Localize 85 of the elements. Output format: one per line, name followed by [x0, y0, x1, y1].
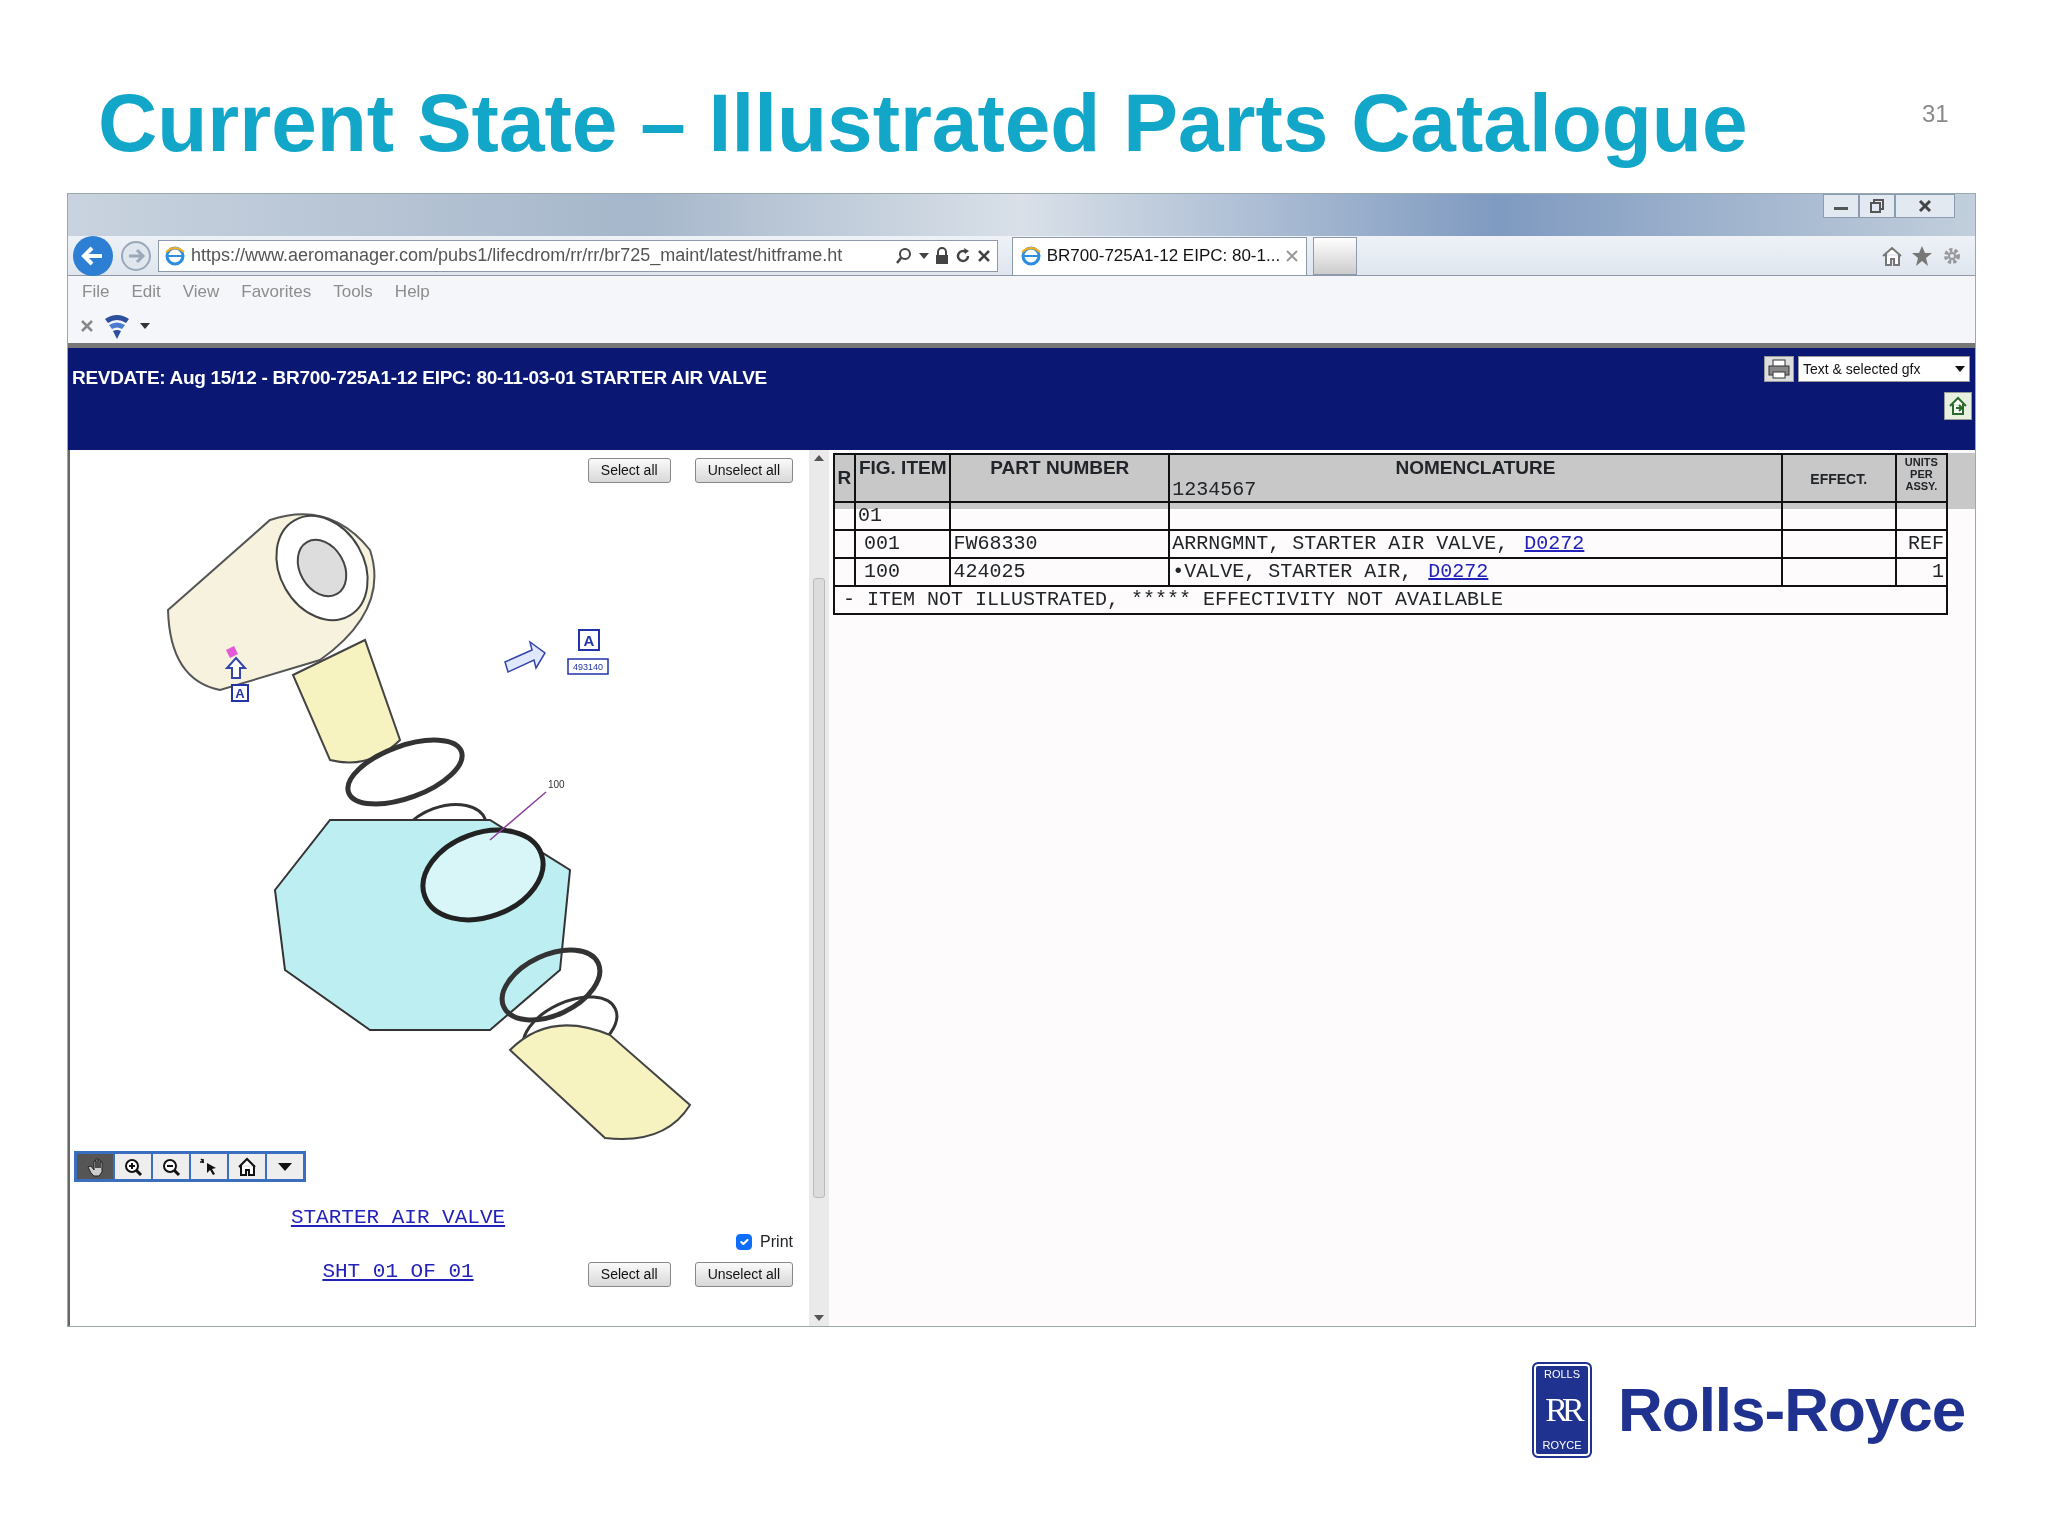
forward-icon	[120, 239, 152, 272]
zoom-tool-button[interactable]	[266, 1153, 304, 1180]
address-bar[interactable]: https://www.aeromanager.com/pubs1/lifecdrom/rr/rr/br725_maint/latest/hitframe.ht	[158, 239, 998, 272]
home-icon[interactable]	[1881, 244, 1903, 267]
zoom-tool-button[interactable]	[228, 1153, 266, 1180]
hand-icon	[85, 1156, 105, 1177]
tab-label: BR700-725A1-12 EIPC: 80-1...	[1046, 245, 1281, 268]
table-footnote: - ITEM NOT ILLUSTRATED, ***** EFFECTIVITY NOT AVAILABLE	[834, 585, 1947, 614]
new-tab-button[interactable]	[1313, 236, 1357, 275]
zoom-tool-button[interactable]	[76, 1153, 114, 1180]
star-icon[interactable]	[1911, 244, 1933, 267]
scroll-down-icon[interactable]	[814, 1314, 824, 1322]
logo-badge-text: ROYCE	[1542, 1438, 1582, 1453]
figure-link[interactable]: SHT 01 OF 01	[322, 1255, 474, 1287]
zoom-in-icon	[123, 1156, 143, 1177]
fig-item-cell: 100	[854, 557, 951, 586]
print-checkbox[interactable]	[736, 1234, 753, 1250]
select-button[interactable]: Unselect all	[694, 457, 793, 483]
print-label: Print	[760, 1232, 793, 1252]
reference-tag: A	[231, 684, 249, 702]
browser-logo-icon	[165, 245, 185, 266]
close-icon[interactable]	[80, 318, 94, 333]
column-header: NOMENCLATURE	[1394, 458, 1557, 479]
logo-badge-text: ROLLS	[1543, 1367, 1581, 1382]
back-icon	[72, 234, 114, 277]
reference-tag: A	[578, 629, 600, 651]
caret-icon[interactable]	[140, 321, 150, 330]
close-icon[interactable]	[1286, 250, 1298, 262]
leader-line	[489, 791, 547, 841]
export-button[interactable]	[1944, 392, 1972, 420]
callout-label: 100	[548, 779, 565, 790]
scrollbar[interactable]	[809, 450, 829, 1326]
restore-button[interactable]	[1859, 194, 1895, 218]
minimize-button[interactable]	[1823, 194, 1859, 218]
home-icon	[237, 1156, 257, 1177]
column-header: UNITS PER ASSY.	[1895, 454, 1947, 502]
arrow-icon	[224, 656, 248, 679]
logo-monogram: RR	[1545, 1393, 1579, 1427]
page-header-title: REVDATE: Aug 15/12 - BR700-725A1-12 EIPC: 80-11-03-01 STARTER AIR VALVE	[72, 366, 767, 390]
browser-logo-icon	[1021, 246, 1041, 266]
stop-icon[interactable]	[977, 248, 991, 263]
figure-link[interactable]: STARTER AIR VALVE	[290, 1202, 506, 1234]
view-select[interactable]: Text & selected gfx	[1798, 356, 1970, 382]
zoom-out-icon	[161, 1156, 181, 1177]
fig-item-cell: 001	[854, 529, 951, 558]
printer-icon	[1768, 359, 1790, 379]
page-number: 31	[1922, 99, 1949, 129]
column-header: EFFECT.	[1781, 454, 1896, 502]
part-number-cell: 424025	[950, 557, 1170, 586]
restore-icon	[1870, 199, 1884, 213]
units-cell: REF	[1895, 529, 1947, 558]
scrollbar-thumb[interactable]	[813, 578, 825, 1198]
column-header: FIG. ITEM	[854, 454, 951, 502]
drawing-link[interactable]: D0272	[1428, 559, 1489, 583]
units-cell: 1	[1895, 557, 1947, 586]
nomenclature-text: ARRNGMNT, STARTER AIR VALVE,	[1172, 531, 1509, 555]
search-icon[interactable]	[895, 246, 913, 265]
back-button[interactable]	[72, 234, 114, 277]
column-subheader: 1234567	[1172, 478, 1258, 501]
lock-icon[interactable]	[935, 246, 949, 265]
part-number-cell: FW68330	[950, 529, 1170, 558]
zoom-tool-button[interactable]	[114, 1153, 152, 1180]
house-arrow-icon	[1948, 396, 1968, 416]
caret-icon[interactable]	[919, 251, 929, 260]
fig-item-cell: 01	[854, 501, 951, 530]
caret-icon	[1955, 365, 1965, 373]
reference-tag: 493140	[567, 658, 609, 675]
refresh-icon[interactable]	[955, 246, 971, 265]
browser-tab[interactable]: BR700-725A1-12 EIPC: 80-1...	[1012, 236, 1307, 275]
marker-icon	[226, 646, 238, 658]
column-header: PART NUMBER	[950, 454, 1170, 502]
drawing-link[interactable]: D0272	[1524, 531, 1585, 555]
select-button[interactable]: Select all	[587, 1262, 671, 1287]
column-header: R	[834, 454, 855, 502]
zoom-tool-button[interactable]	[152, 1153, 190, 1180]
close-button[interactable]	[1895, 194, 1955, 218]
zoom-tool-button[interactable]	[190, 1153, 228, 1180]
nomenclature-text: •VALVE, STARTER AIR,	[1172, 559, 1413, 583]
url-text: https://www.aeromanager.com/pubs1/lifecdrom/rr/rr/br725_maint/latest/hitframe.ht	[191, 244, 844, 268]
scroll-up-icon[interactable]	[814, 454, 824, 462]
select-button[interactable]: Select all	[587, 457, 671, 483]
direction-arrow-icon	[504, 640, 546, 674]
select-button[interactable]: Unselect all	[694, 1262, 793, 1287]
close-icon	[1918, 199, 1932, 213]
print-button[interactable]	[1764, 356, 1794, 382]
